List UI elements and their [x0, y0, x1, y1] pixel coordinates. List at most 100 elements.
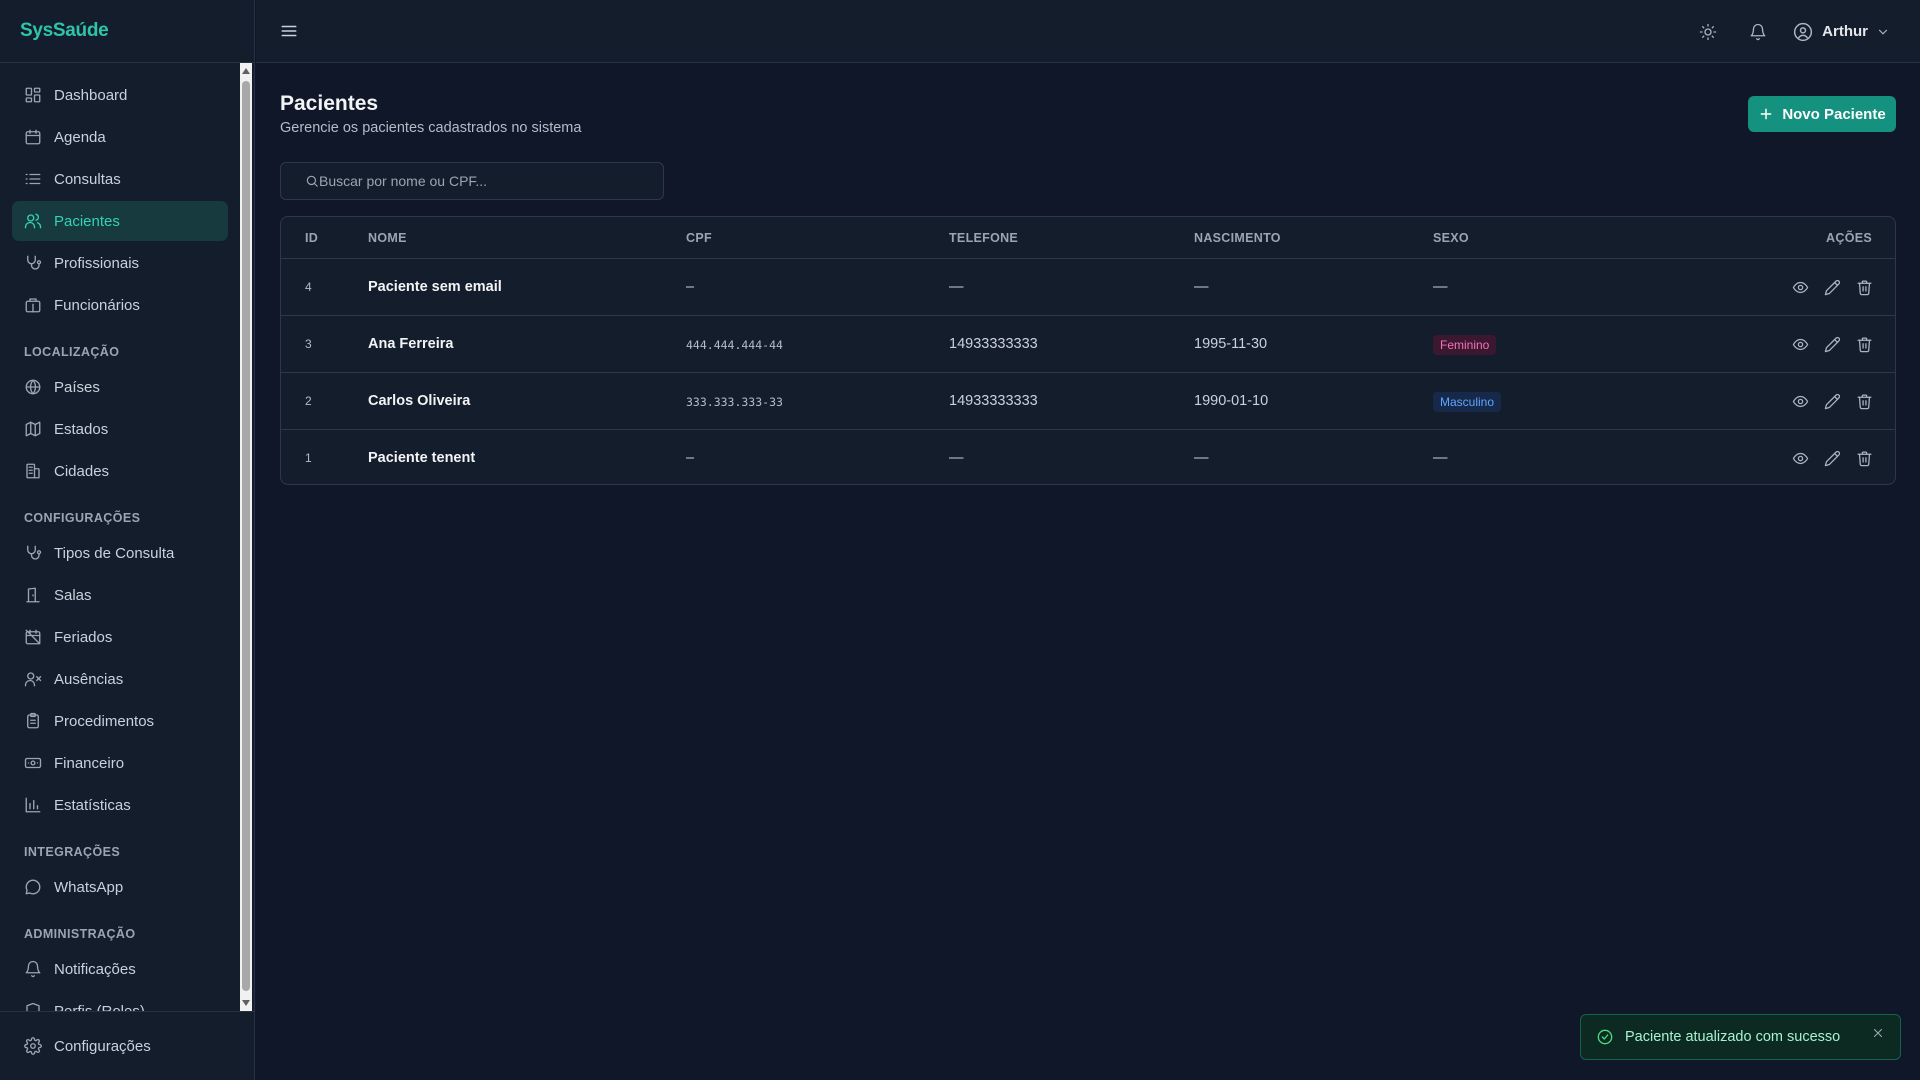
column-header-nascimento: NASCIMENTO: [1194, 231, 1281, 245]
table-row: 3 Ana Ferreira 444.444.444-44 14933333333 19…: [281, 316, 1895, 373]
scrollbar-thumb[interactable]: [242, 81, 250, 991]
sidebar-item-label: Funcionários: [54, 296, 140, 314]
eye-icon[interactable]: [1792, 393, 1809, 410]
search-icon: [305, 174, 319, 188]
sidebar-item-cidades[interactable]: Cidades: [12, 451, 228, 491]
trash-icon[interactable]: [1856, 336, 1873, 353]
trash-icon[interactable]: [1856, 450, 1873, 467]
sidebar: SysSaúde Dashboard Agenda Consultas Pacient…: [0, 0, 255, 1080]
message-circle-icon: [24, 878, 42, 896]
user-menu[interactable]: Arthur: [1793, 22, 1890, 42]
sidebar-item-notificacoes[interactable]: Notificações: [12, 949, 228, 989]
cell-cpf: 444.444.444-44: [686, 338, 783, 352]
sidebar-item-tipos-de-consulta[interactable]: Tipos de Consulta: [12, 533, 228, 573]
dashboard-icon: [24, 86, 42, 104]
trash-icon[interactable]: [1856, 279, 1873, 296]
scroll-down-arrow-icon[interactable]: [242, 1000, 250, 1006]
sidebar-item-label: Consultas: [54, 170, 121, 188]
banknote-icon: [24, 754, 42, 772]
topbar: Arthur: [256, 0, 1920, 63]
sidebar-item-funcionarios[interactable]: Funcionários: [12, 285, 228, 325]
column-header-nome: NOME: [368, 231, 407, 245]
search-input[interactable]: [319, 173, 649, 189]
user-name: Arthur: [1822, 23, 1868, 40]
table-header: ID NOME CPF TELEFONE NASCIMENTO SEXO AÇÕ…: [281, 217, 1895, 259]
row-actions: [1777, 393, 1873, 410]
sidebar-item-label: Estatísticas: [54, 796, 131, 814]
sidebar-item-whatsapp[interactable]: WhatsApp: [12, 867, 228, 907]
close-icon[interactable]: [1872, 1027, 1884, 1039]
sidebar-item-label: Salas: [54, 586, 92, 604]
pencil-icon[interactable]: [1824, 279, 1841, 296]
sidebar-item-estados[interactable]: Estados: [12, 409, 228, 449]
user-x-icon: [24, 670, 42, 688]
cell-cpf: –: [686, 279, 695, 295]
cell-sex: —: [1433, 279, 1448, 295]
nav-section-localizacao: LOCALIZAÇÃO: [24, 345, 120, 359]
chart-icon: [24, 796, 42, 814]
cell-birth: 1995-11-30: [1194, 336, 1268, 352]
sidebar-item-label: Ausências: [54, 670, 124, 688]
row-actions: [1777, 336, 1873, 353]
sex-badge: Feminino: [1433, 335, 1497, 355]
sidebar-item-label: Países: [54, 378, 100, 396]
scroll-up-arrow-icon[interactable]: [242, 68, 250, 74]
sidebar-item-profissionais[interactable]: Profissionais: [12, 243, 228, 283]
sidebar-item-agenda[interactable]: Agenda: [12, 117, 228, 157]
sidebar-item-label: Financeiro: [54, 754, 125, 772]
hamburger-menu-icon[interactable]: [280, 22, 298, 40]
sidebar-item-perfis-roles[interactable]: Perfis (Roles): [12, 991, 228, 1011]
calendar-icon: [24, 128, 42, 146]
sidebar-item-label: Cidades: [54, 462, 110, 480]
sidebar-item-label: Profissionais: [54, 254, 140, 272]
sidebar-item-label: Feriados: [54, 628, 113, 646]
pencil-icon[interactable]: [1824, 336, 1841, 353]
success-toast: Paciente atualizado com sucesso: [1580, 1014, 1901, 1060]
sidebar-footer: Configurações: [0, 1011, 255, 1080]
cell-phone: 14933333333: [949, 393, 1038, 409]
cell-birth: —: [1194, 279, 1209, 295]
cell-cpf: –: [686, 450, 695, 466]
sidebar-item-pacientes[interactable]: Pacientes: [12, 201, 228, 241]
column-header-cpf: CPF: [686, 231, 712, 245]
brand-logo[interactable]: SysSaúde: [0, 0, 254, 63]
cell-id: 4: [305, 280, 312, 294]
sidebar-item-procedimentos[interactable]: Procedimentos: [12, 701, 228, 741]
eye-icon[interactable]: [1792, 336, 1809, 353]
sidebar-item-estatisticas[interactable]: Estatísticas: [12, 785, 228, 825]
sidebar-scrollbar[interactable]: [240, 63, 252, 1011]
new-patient-label: Novo Paciente: [1782, 105, 1886, 123]
stethoscope-icon: [24, 544, 42, 562]
sidebar-item-label: Procedimentos: [54, 712, 155, 730]
cell-phone: —: [949, 450, 964, 466]
sidebar-item-consultas[interactable]: Consultas: [12, 159, 228, 199]
eye-icon[interactable]: [1792, 450, 1809, 467]
nav-section-configuracoes: CONFIGURAÇÕES: [24, 511, 141, 525]
new-patient-button[interactable]: Novo Paciente: [1748, 96, 1896, 132]
nav-section-integracoes: INTEGRAÇÕES: [24, 845, 121, 859]
clipboard-icon: [24, 712, 42, 730]
sidebar-item-label: Tipos de Consulta: [54, 544, 175, 562]
pencil-icon[interactable]: [1824, 450, 1841, 467]
sidebar-item-dashboard[interactable]: Dashboard: [12, 75, 228, 115]
sidebar-nav: Dashboard Agenda Consultas Pacientes Profiss…: [0, 63, 255, 1011]
table-row: 4 Paciente sem email – — — —: [281, 259, 1895, 316]
sun-icon[interactable]: [1699, 23, 1717, 41]
cell-birth: —: [1194, 450, 1209, 466]
sidebar-item-salas[interactable]: Salas: [12, 575, 228, 615]
calendar-off-icon: [24, 628, 42, 646]
sidebar-item-ausencias[interactable]: Ausências: [12, 659, 228, 699]
sidebar-item-paises[interactable]: Países: [12, 367, 228, 407]
bell-icon[interactable]: [1749, 23, 1767, 41]
cell-phone: —: [949, 279, 964, 295]
sidebar-item-configuracoes[interactable]: Configurações: [12, 1026, 228, 1066]
door-icon: [24, 586, 42, 604]
cell-id: 1: [305, 451, 312, 465]
sidebar-item-feriados[interactable]: Feriados: [12, 617, 228, 657]
sidebar-item-financeiro[interactable]: Financeiro: [12, 743, 228, 783]
pencil-icon[interactable]: [1824, 393, 1841, 410]
nav-section-administracao: ADMINISTRAÇÃO: [24, 927, 136, 941]
user-circle-icon: [1793, 22, 1813, 42]
trash-icon[interactable]: [1856, 393, 1873, 410]
eye-icon[interactable]: [1792, 279, 1809, 296]
